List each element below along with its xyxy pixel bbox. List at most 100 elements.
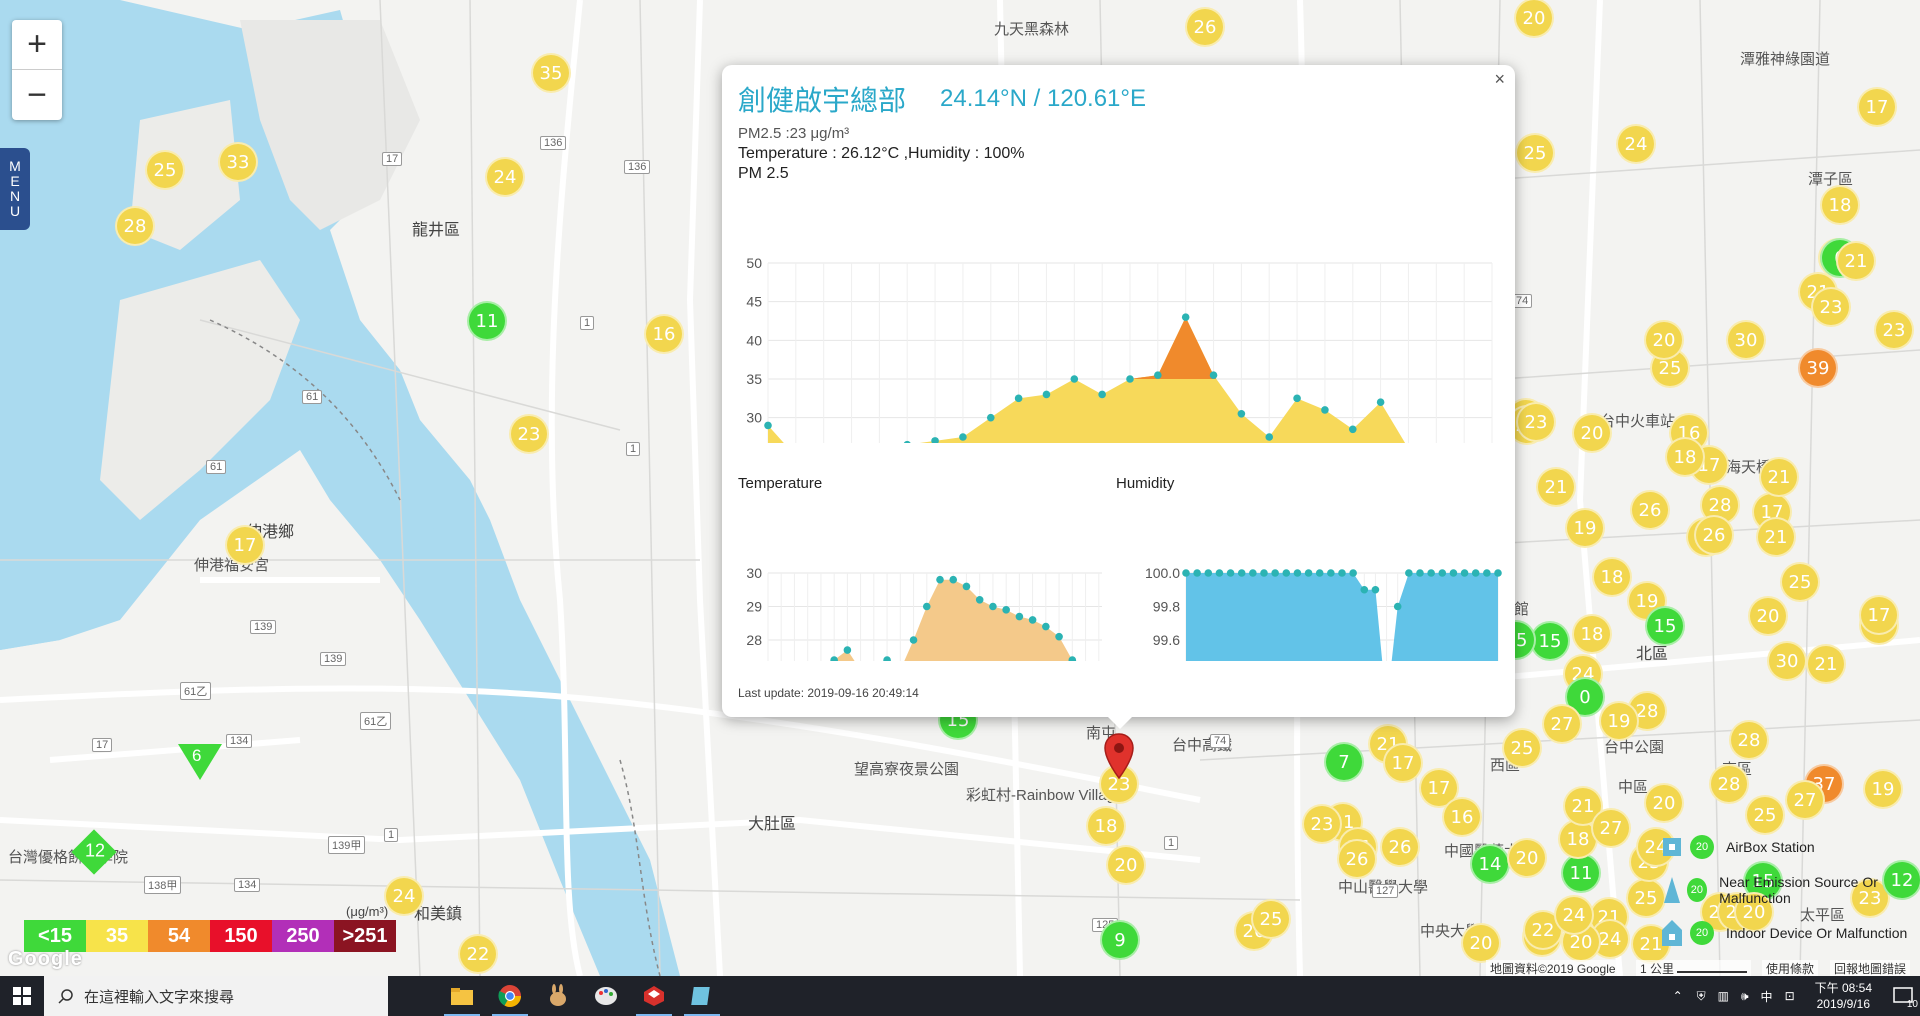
station-marker[interactable]: 21 xyxy=(1759,457,1799,497)
ime-indicator[interactable]: 中 xyxy=(1761,988,1773,1005)
data-point xyxy=(1260,569,1268,577)
station-marker[interactable]: 23 xyxy=(1811,287,1851,327)
station-marker[interactable]: 26 xyxy=(1380,827,1420,867)
station-marker[interactable]: 24 xyxy=(1616,124,1656,164)
station-marker[interactable]: 15 xyxy=(1645,606,1685,646)
station-marker[interactable]: 26 xyxy=(1185,7,1225,47)
data-point xyxy=(1338,569,1346,577)
data-point xyxy=(1438,569,1447,577)
station-marker[interactable]: 18 xyxy=(1572,614,1612,654)
report-error-link[interactable]: 回報地圖錯誤 xyxy=(1830,960,1911,976)
station-marker[interactable]: 23 xyxy=(1302,804,1342,844)
station-marker[interactable]: 26 xyxy=(1337,839,1377,879)
zoom-out-button[interactable]: − xyxy=(12,70,62,120)
station-marker[interactable]: 18 xyxy=(1820,185,1860,225)
station-marker[interactable]: 16 xyxy=(644,314,684,354)
last-update: Last update: 2019-09-16 20:49:14 xyxy=(738,686,919,700)
input-mode-icon[interactable]: ⊡ xyxy=(1785,989,1795,1003)
station-marker[interactable]: 21 xyxy=(1806,644,1846,684)
station-marker[interactable]: 17 xyxy=(1857,87,1897,127)
station-marker[interactable]: 27 xyxy=(1591,808,1631,848)
map-canvas[interactable]: 龍井區 伸港鄉 伸港福安宮 大肚區 望高寮夜景公園 彩虹村-Rainbow Village… xyxy=(0,0,1920,976)
zoom-control: + − xyxy=(12,20,62,120)
station-marker[interactable]: 26 xyxy=(1630,490,1670,530)
station-marker[interactable]: 30 xyxy=(1726,320,1766,360)
station-marker[interactable]: 28 xyxy=(1729,720,1769,760)
start-button[interactable] xyxy=(0,976,44,1016)
station-marker[interactable]: 18 xyxy=(1665,437,1705,477)
taskbar-chrome[interactable] xyxy=(486,976,534,1016)
close-icon[interactable]: × xyxy=(1494,69,1505,90)
station-marker[interactable]: 17 xyxy=(225,525,265,565)
station-marker[interactable]: 11 xyxy=(467,301,507,341)
station-marker[interactable]: 24 xyxy=(485,157,525,197)
station-marker[interactable]: 20 xyxy=(1461,923,1501,963)
security-icon[interactable]: ⛨ xyxy=(1697,989,1706,1004)
near-source-marker[interactable]: 6 xyxy=(178,744,222,780)
station-marker[interactable]: 24 xyxy=(384,876,424,916)
station-marker[interactable]: 19 xyxy=(1565,508,1605,548)
station-marker[interactable]: 23 xyxy=(1874,310,1914,350)
station-marker[interactable]: 28 xyxy=(1709,764,1749,804)
station-marker[interactable]: 27 xyxy=(1542,704,1582,744)
station-marker[interactable]: 19 xyxy=(1863,769,1903,809)
notification-count: 10 xyxy=(1906,999,1918,1010)
station-marker[interactable]: 23 xyxy=(1516,402,1556,442)
station-marker[interactable]: 39 xyxy=(1798,348,1838,388)
station-marker[interactable]: 24 xyxy=(1554,895,1594,935)
station-marker[interactable]: 22 xyxy=(458,934,498,974)
station-marker[interactable]: 9 xyxy=(1100,920,1140,960)
selected-location-pin[interactable] xyxy=(1103,732,1135,785)
station-marker[interactable]: 21 xyxy=(1836,241,1876,281)
station-marker[interactable]: 21 xyxy=(1756,517,1796,557)
station-marker[interactable]: 23 xyxy=(509,414,549,454)
station-marker[interactable]: 30 xyxy=(1767,641,1807,681)
station-marker[interactable]: 20 xyxy=(1507,838,1547,878)
station-marker[interactable]: 19 xyxy=(1599,701,1639,741)
taskbar-app-notebook[interactable] xyxy=(678,976,726,1016)
station-marker[interactable]: 20 xyxy=(1572,413,1612,453)
menu-button[interactable]: MENU xyxy=(0,148,30,230)
station-marker[interactable]: 26 xyxy=(1694,515,1734,555)
station-marker[interactable]: 7 xyxy=(1324,742,1364,782)
station-marker[interactable]: 20 xyxy=(1644,783,1684,823)
notification-button[interactable]: 10 xyxy=(1886,976,1920,1016)
menu-letter: U xyxy=(9,203,21,219)
station-marker[interactable]: 20 xyxy=(1644,320,1684,360)
station-marker[interactable]: 21 xyxy=(1536,467,1576,507)
station-marker[interactable]: 16 xyxy=(1442,797,1482,837)
zoom-in-button[interactable]: + xyxy=(12,20,62,70)
volume-icon[interactable]: 🕪 xyxy=(1741,989,1749,1004)
station-marker[interactable]: 17 xyxy=(1383,743,1423,783)
station-marker[interactable]: 20 xyxy=(1748,596,1788,636)
legend-row: 20 Indoor Device Or Malfunction xyxy=(1660,911,1920,954)
taskbar-file-explorer[interactable] xyxy=(438,976,486,1016)
station-marker[interactable]: 18 xyxy=(1592,557,1632,597)
station-marker[interactable]: 28 xyxy=(115,206,155,246)
station-marker[interactable]: 14 xyxy=(1470,844,1510,884)
station-marker[interactable]: 11 xyxy=(1561,853,1601,893)
station-marker[interactable]: 18 xyxy=(1086,806,1126,846)
humidity-chart-title: Humidity xyxy=(1116,475,1175,492)
terms-link[interactable]: 使用條款 xyxy=(1762,960,1819,976)
network-icon[interactable]: ▥ xyxy=(1718,989,1729,1003)
windows-logo-icon xyxy=(13,987,31,1005)
taskbar-search[interactable]: 在這裡輸入文字來搜尋 xyxy=(44,976,388,1016)
data-point xyxy=(949,575,958,584)
chevron-up-icon[interactable]: ⌃ xyxy=(1673,989,1683,1003)
station-marker[interactable]: 25 xyxy=(1502,728,1542,768)
station-marker[interactable]: 25 xyxy=(1780,562,1820,602)
station-marker[interactable]: 25 xyxy=(1251,899,1291,939)
station-marker[interactable]: 20 xyxy=(1106,845,1146,885)
station-marker[interactable]: 17 xyxy=(1859,595,1899,635)
station-marker[interactable]: 33 xyxy=(218,142,258,182)
station-marker[interactable]: 15 xyxy=(1530,621,1570,661)
station-marker[interactable]: 25 xyxy=(1515,133,1555,173)
taskbar-app-sketchup[interactable] xyxy=(630,976,678,1016)
clock[interactable]: 下午 08:54 2019/9/16 xyxy=(1815,980,1872,1012)
station-marker[interactable]: 25 xyxy=(145,150,185,190)
station-marker[interactable]: 27 xyxy=(1785,780,1825,820)
station-marker[interactable]: 35 xyxy=(531,53,571,93)
taskbar-app-rabbit[interactable] xyxy=(534,976,582,1016)
taskbar-app-paint[interactable] xyxy=(582,976,630,1016)
